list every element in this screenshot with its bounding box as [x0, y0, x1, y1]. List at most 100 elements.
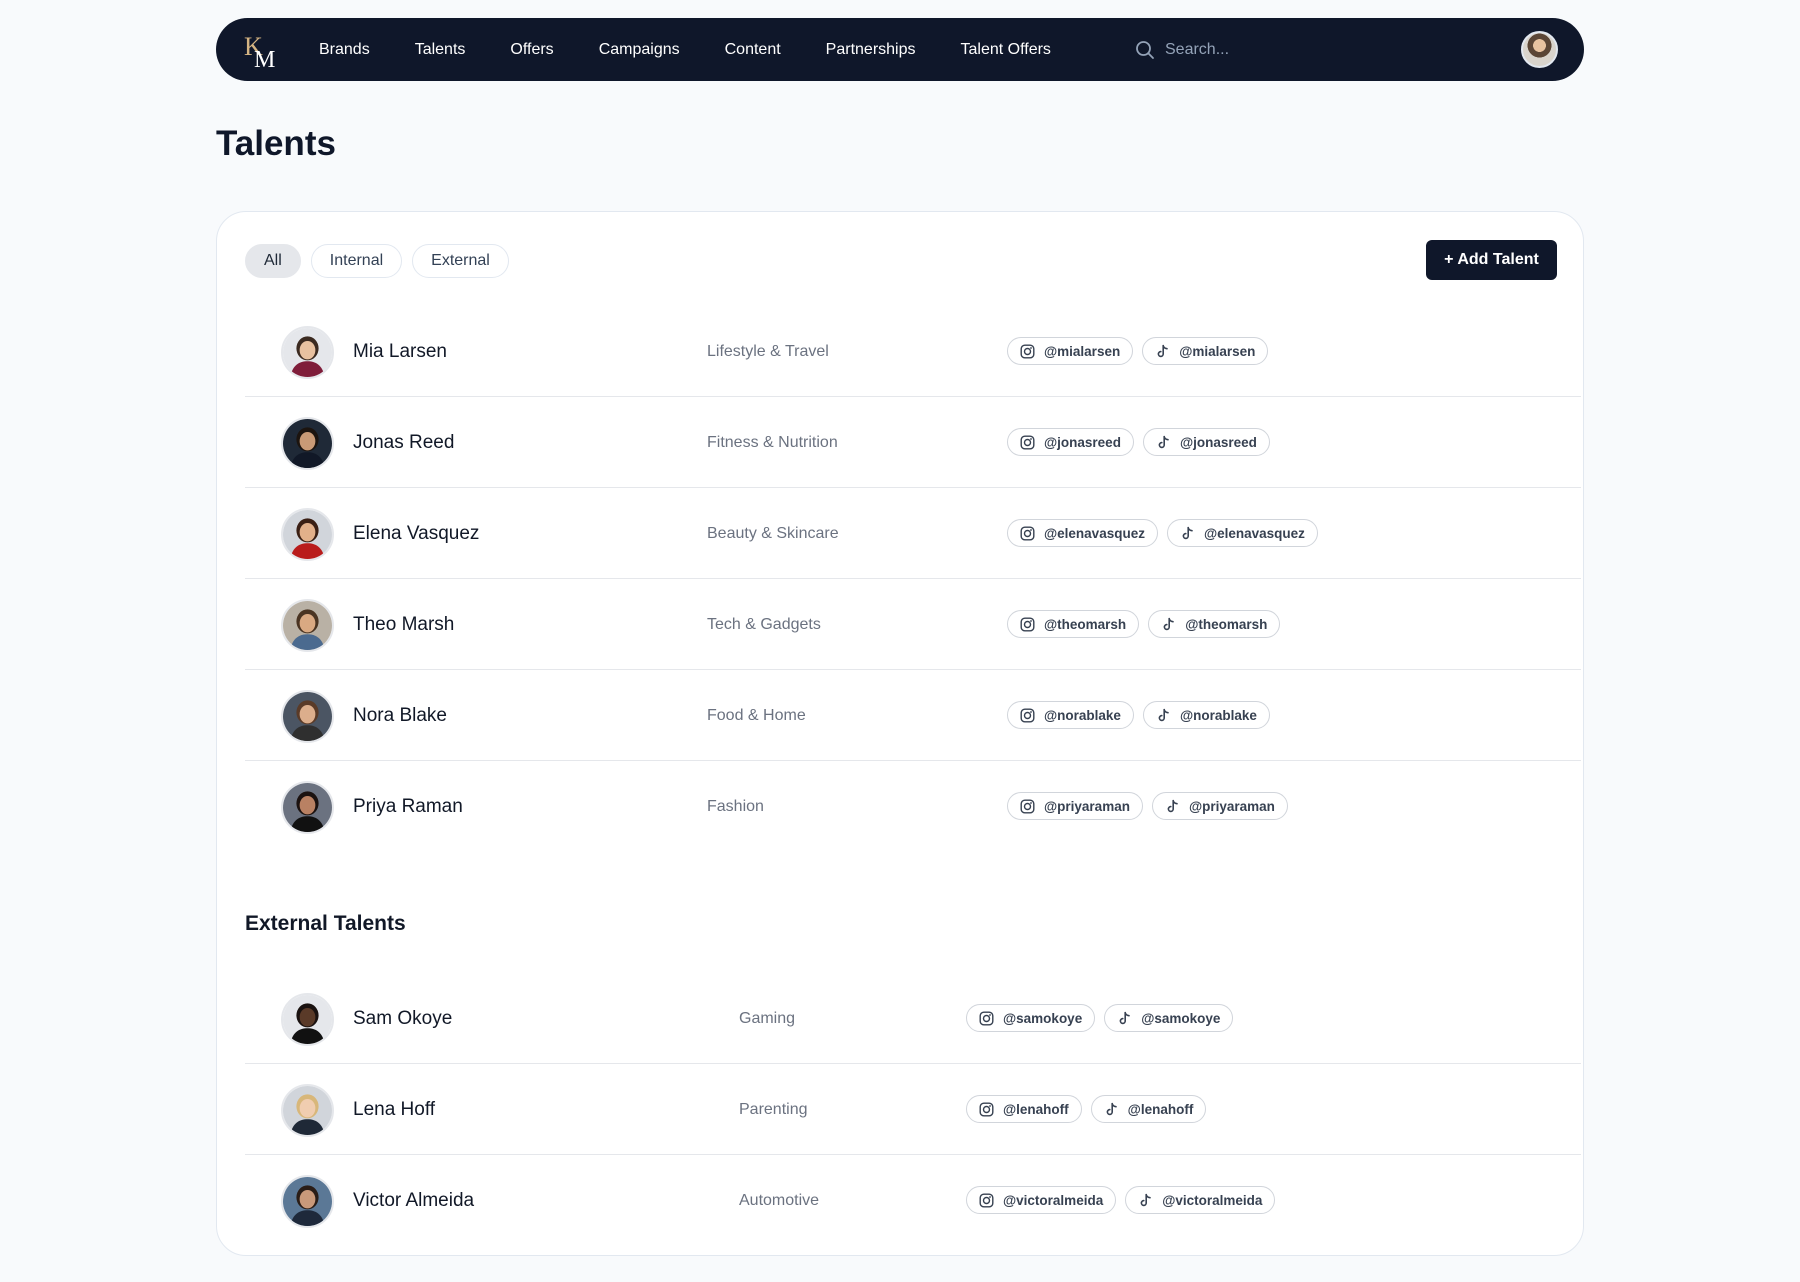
talent-avatar — [281, 1175, 334, 1228]
social-handles: @norablake @norablake — [1007, 701, 1270, 729]
tiktok-handle: @victoralmeida — [1162, 1192, 1263, 1208]
instagram-icon — [1020, 435, 1035, 450]
add-talent-button[interactable]: + Add Talent — [1426, 240, 1557, 280]
talent-avatar — [281, 326, 334, 379]
talent-name[interactable]: Lena Hoff — [353, 1099, 435, 1121]
talent-row[interactable]: Victor Almeida Automotive @victoralmeida @v… — [245, 1155, 1581, 1246]
instagram-icon — [979, 1011, 994, 1026]
tiktok-handle: @lenahoff — [1127, 1101, 1194, 1117]
talent-name[interactable]: Elena Vasquez — [353, 523, 479, 545]
tiktok-icon — [1155, 344, 1170, 359]
tiktok-handle-chip[interactable]: @elenavasquez — [1166, 519, 1318, 547]
top-nav: K M Brands Talents Offers Campaigns Cont… — [216, 18, 1584, 81]
internal-talent-list: Mia Larsen Lifestyle & Travel @mialarsen @m… — [245, 306, 1581, 852]
talent-row[interactable]: Elena Vasquez Beauty & Skincare @elenavasq… — [245, 488, 1581, 579]
instagram-handle: @norablake — [1044, 707, 1121, 723]
instagram-handle-chip[interactable]: @jonasreed — [1007, 428, 1134, 456]
tiktok-handle-chip[interactable]: @theomarsh — [1148, 610, 1281, 638]
talent-name[interactable]: Theo Marsh — [353, 614, 454, 636]
tiktok-handle-chip[interactable]: @priyaraman — [1151, 792, 1288, 820]
filter-all[interactable]: All — [245, 244, 301, 278]
talent-row[interactable]: Priya Raman Fashion @priyaraman @priyaraman — [245, 761, 1581, 852]
svg-text:M: M — [254, 47, 275, 69]
tiktok-handle: @theomarsh — [1185, 616, 1268, 632]
tiktok-handle-chip[interactable]: @jonasreed — [1142, 428, 1270, 456]
tiktok-handle-chip[interactable]: @victoralmeida — [1125, 1186, 1276, 1214]
talent-category: Food & Home — [707, 707, 806, 724]
talent-row[interactable]: Nora Blake Food & Home @norablake @norablak… — [245, 670, 1581, 761]
nav-link-offers[interactable]: Offers — [510, 41, 553, 59]
instagram-handle: @mialarsen — [1044, 343, 1121, 359]
talent-category: Fitness & Nutrition — [707, 434, 838, 451]
instagram-icon — [1020, 708, 1035, 723]
instagram-handle-chip[interactable]: @elenavasquez — [1007, 519, 1158, 547]
talent-avatar — [281, 1084, 334, 1137]
talent-avatar — [281, 599, 334, 652]
talent-category: Gaming — [739, 1010, 796, 1027]
talent-row[interactable]: Mia Larsen Lifestyle & Travel @mialarsen @m… — [245, 306, 1581, 397]
talent-avatar — [281, 508, 334, 561]
tiktok-handle-chip[interactable]: @norablake — [1142, 701, 1270, 729]
instagram-handle-chip[interactable]: @norablake — [1007, 701, 1134, 729]
tiktok-handle-chip[interactable]: @lenahoff — [1090, 1095, 1207, 1123]
tiktok-handle: @jonasreed — [1179, 434, 1257, 450]
nav-link-partnerships[interactable]: Partnerships — [826, 41, 916, 59]
talent-category: Parenting — [739, 1101, 808, 1118]
tiktok-handle: @samokoye — [1141, 1010, 1221, 1026]
instagram-handle-chip[interactable]: @mialarsen — [1007, 337, 1134, 365]
search-icon — [1136, 40, 1154, 59]
talent-category: Tech & Gadgets — [707, 616, 821, 633]
nav-link-talent-offers[interactable]: Talent Offers — [961, 41, 1051, 59]
social-handles: @theomarsh @theomarsh — [1007, 610, 1281, 638]
instagram-handle-chip[interactable]: @theomarsh — [1007, 610, 1140, 638]
instagram-icon — [1020, 799, 1035, 814]
talent-row[interactable]: Theo Marsh Tech & Gadgets @theomarsh @theom… — [245, 579, 1581, 670]
instagram-handle-chip[interactable]: @priyaraman — [1007, 792, 1143, 820]
nav-link-talents[interactable]: Talents — [415, 41, 466, 59]
tiktok-icon — [1104, 1102, 1119, 1117]
filter-internal[interactable]: Internal — [310, 244, 403, 278]
external-section-title: External Talents — [245, 912, 406, 935]
talent-name[interactable]: Jonas Reed — [353, 432, 454, 454]
tiktok-handle: @priyaraman — [1188, 798, 1275, 814]
filter-external[interactable]: External — [412, 244, 509, 278]
social-handles: @jonasreed @jonasreed — [1007, 428, 1270, 456]
instagram-handle: @elenavasquez — [1044, 525, 1145, 541]
talent-name[interactable]: Priya Raman — [353, 796, 463, 818]
tiktok-icon — [1156, 435, 1171, 450]
social-handles: @mialarsen @mialarsen — [1007, 337, 1269, 365]
social-handles: @elenavasquez @elenavasquez — [1007, 519, 1318, 547]
tiktok-icon — [1180, 526, 1195, 541]
nav-link-campaigns[interactable]: Campaigns — [599, 41, 680, 59]
talent-name[interactable]: Nora Blake — [353, 705, 447, 727]
tiktok-icon — [1138, 1193, 1153, 1208]
nav-link-brands[interactable]: Brands — [319, 41, 370, 59]
search-bar — [1135, 18, 1385, 81]
user-avatar[interactable] — [1521, 31, 1558, 68]
instagram-handle-chip[interactable]: @samokoye — [966, 1004, 1096, 1032]
talent-avatar — [281, 690, 334, 743]
talent-name[interactable]: Sam Okoye — [353, 1008, 452, 1030]
tiktok-icon — [1117, 1011, 1132, 1026]
instagram-handle: @victoralmeida — [1003, 1192, 1104, 1208]
talent-category: Automotive — [739, 1192, 820, 1209]
search-input[interactable] — [1165, 40, 1385, 59]
km-logo[interactable]: K M — [242, 31, 278, 73]
talent-row[interactable]: Sam Okoye Gaming @samokoye @samokoye — [245, 973, 1581, 1064]
page-title: Talents — [216, 124, 336, 163]
instagram-handle-chip[interactable]: @victoralmeida — [966, 1186, 1117, 1214]
tiktok-handle-chip[interactable]: @samokoye — [1104, 1004, 1234, 1032]
talent-category: Beauty & Skincare — [707, 525, 839, 542]
talent-name[interactable]: Victor Almeida — [353, 1190, 474, 1212]
tiktok-handle-chip[interactable]: @mialarsen — [1142, 337, 1269, 365]
talent-row[interactable]: Lena Hoff Parenting @lenahoff @lenahoff — [245, 1064, 1581, 1155]
instagram-handle-chip[interactable]: @lenahoff — [966, 1095, 1082, 1123]
social-handles: @victoralmeida @victoralmeida — [966, 1186, 1276, 1214]
tiktok-handle: @elenavasquez — [1203, 525, 1305, 541]
social-handles: @lenahoff @lenahoff — [966, 1095, 1207, 1123]
talent-name[interactable]: Mia Larsen — [353, 341, 447, 363]
talent-row[interactable]: Jonas Reed Fitness & Nutrition @jonasreed @… — [245, 397, 1581, 488]
nav-link-content[interactable]: Content — [725, 41, 781, 59]
tiktok-icon — [1156, 708, 1171, 723]
tiktok-handle: @norablake — [1179, 707, 1257, 723]
